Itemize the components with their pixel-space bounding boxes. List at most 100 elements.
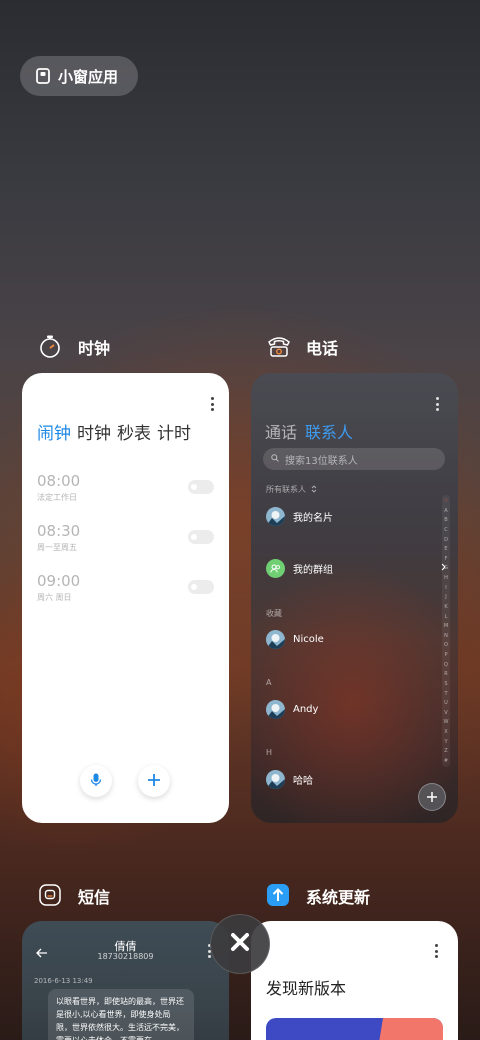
- update-banner: [266, 1018, 443, 1040]
- add-contact-button[interactable]: [418, 783, 446, 811]
- index-letter[interactable]: Q: [444, 662, 448, 668]
- floating-window-label: 小窗应用: [58, 67, 119, 86]
- more-options-icon[interactable]: [435, 397, 439, 411]
- index-letter[interactable]: A: [444, 508, 447, 514]
- add-alarm-button[interactable]: [138, 765, 170, 797]
- index-letter[interactable]: G: [444, 565, 448, 571]
- conversation-number: 18730218809: [97, 952, 154, 961]
- alarm-time: 09:00: [37, 572, 81, 590]
- app-card-clock[interactable]: 闹钟 时钟 秒表 计时 08:00 法定工作日 08:30 周一至周五 09:0…: [22, 373, 229, 823]
- index-letter[interactable]: C: [444, 527, 448, 533]
- close-icon: [230, 932, 250, 956]
- alarm-item[interactable]: 08:00 法定工作日: [37, 472, 80, 503]
- contact-name: 哈哈: [293, 776, 313, 787]
- contact-search-input[interactable]: 搜索13位联系人: [263, 448, 445, 470]
- contact-my-groups[interactable]: 我的群组: [266, 559, 446, 578]
- index-letter[interactable]: M: [444, 623, 448, 629]
- search-placeholder: 搜索13位联系人: [285, 455, 358, 467]
- index-letter[interactable]: O: [444, 642, 448, 648]
- group-icon: [266, 559, 285, 578]
- index-letter[interactable]: #: [444, 758, 448, 764]
- contact-favorite[interactable]: Nicole: [266, 630, 324, 649]
- index-letter[interactable]: V: [444, 710, 447, 716]
- index-letter[interactable]: J: [445, 594, 446, 600]
- tab-alarm[interactable]: 闹钟: [37, 419, 71, 444]
- search-icon: [271, 453, 279, 465]
- more-options-icon[interactable]: [434, 944, 438, 958]
- app-header-clock: 时钟: [38, 334, 110, 360]
- index-letter[interactable]: U: [444, 700, 448, 706]
- index-letter[interactable]: Z: [444, 748, 447, 754]
- phone-tabs: 通话 联系人: [265, 419, 353, 443]
- index-letter[interactable]: Y: [444, 739, 447, 745]
- alarm-toggle[interactable]: [188, 480, 214, 494]
- index-letter[interactable]: W: [444, 719, 449, 725]
- tab-stopwatch[interactable]: 秒表: [117, 419, 151, 444]
- more-options-icon[interactable]: [210, 397, 214, 411]
- index-letter[interactable]: I: [445, 585, 446, 591]
- app-header-update: 系统更新: [266, 883, 370, 909]
- tab-contacts[interactable]: 联系人: [305, 419, 353, 443]
- index-letter[interactable]: ☆: [444, 498, 448, 504]
- avatar: [266, 770, 285, 789]
- app-header-phone: 电话: [266, 334, 338, 360]
- app-name-phone: 电话: [306, 339, 339, 358]
- tab-clock[interactable]: 时钟: [77, 419, 111, 444]
- contact-my-card[interactable]: 我的名片: [266, 507, 333, 526]
- update-headline: 发现新版本: [266, 979, 347, 998]
- my-groups-label: 我的群组: [293, 565, 333, 576]
- stopwatch-icon: [38, 334, 64, 360]
- app-name-update: 系统更新: [306, 888, 371, 907]
- index-letter[interactable]: B: [444, 517, 447, 523]
- index-letter[interactable]: L: [445, 614, 448, 620]
- index-letter[interactable]: N: [444, 633, 448, 639]
- avatar: [266, 630, 285, 649]
- alarm-repeat: 法定工作日: [37, 493, 77, 502]
- index-letter[interactable]: P: [444, 652, 447, 658]
- alarm-toggle[interactable]: [188, 530, 214, 544]
- message-icon: [38, 883, 64, 909]
- section-label-a: A: [266, 678, 272, 687]
- index-letter[interactable]: E: [444, 546, 447, 552]
- app-header-sms: 短信: [38, 883, 110, 909]
- all-contacts-filter[interactable]: 所有联系人: [266, 484, 317, 495]
- section-label-h: H: [266, 748, 273, 757]
- app-card-sms[interactable]: 倩倩 18730218809 2016-6-13 13:49 以眼看世界，即使站…: [22, 921, 229, 1040]
- contact-item[interactable]: 哈哈: [266, 770, 313, 789]
- contact-name: Andy: [293, 704, 319, 715]
- alarm-item[interactable]: 09:00 周六 周日: [37, 572, 80, 603]
- index-letter[interactable]: F: [445, 556, 448, 562]
- clear-all-button[interactable]: [210, 914, 270, 974]
- alarm-time: 08:00: [37, 472, 81, 490]
- index-letter[interactable]: D: [444, 537, 448, 543]
- avatar: [266, 700, 285, 719]
- contact-name: Nicole: [293, 634, 324, 645]
- index-letter[interactable]: H: [444, 575, 448, 581]
- clock-tabs: 闹钟 时钟 秒表 计时: [37, 419, 191, 444]
- index-letter[interactable]: T: [444, 691, 447, 697]
- plus-icon: [426, 788, 438, 807]
- app-card-phone[interactable]: 通话 联系人 搜索13位联系人 所有联系人 我的名片 我的群组 收藏 Nicol…: [251, 373, 458, 823]
- alphabet-index[interactable]: ☆ A B C D E F G H I J K L M N O P Q R S T U V W X Y Z #: [442, 495, 450, 767]
- message-timestamp: 2016-6-13 13:49: [34, 977, 93, 985]
- index-letter[interactable]: X: [444, 729, 447, 735]
- index-letter[interactable]: K: [444, 604, 447, 610]
- app-name-sms: 短信: [78, 888, 111, 907]
- index-letter[interactable]: R: [444, 671, 447, 677]
- favorites-section-label: 收藏: [266, 609, 282, 618]
- floating-window-button[interactable]: 小窗应用: [20, 56, 138, 96]
- my-card-label: 我的名片: [293, 513, 333, 524]
- all-contacts-label: 所有联系人: [266, 485, 306, 494]
- contact-item[interactable]: Andy: [266, 700, 318, 719]
- alarm-repeat: 周一至周五: [37, 543, 77, 552]
- index-letter[interactable]: S: [444, 681, 447, 687]
- alarm-toggle[interactable]: [188, 580, 214, 594]
- tab-calls[interactable]: 通话: [265, 419, 297, 443]
- message-bubble: 以眼看世界，即使站的最高，世界还是很小,以心看世界，即使身处局限，世界依然很大。…: [48, 989, 194, 1040]
- alarm-item[interactable]: 08:30 周一至周五: [37, 522, 80, 553]
- plus-icon: [147, 772, 161, 791]
- app-card-update[interactable]: 发现新版本: [251, 921, 458, 1040]
- microphone-icon: [90, 772, 102, 791]
- tab-timer[interactable]: 计时: [157, 419, 191, 444]
- voice-alarm-button[interactable]: [80, 765, 112, 797]
